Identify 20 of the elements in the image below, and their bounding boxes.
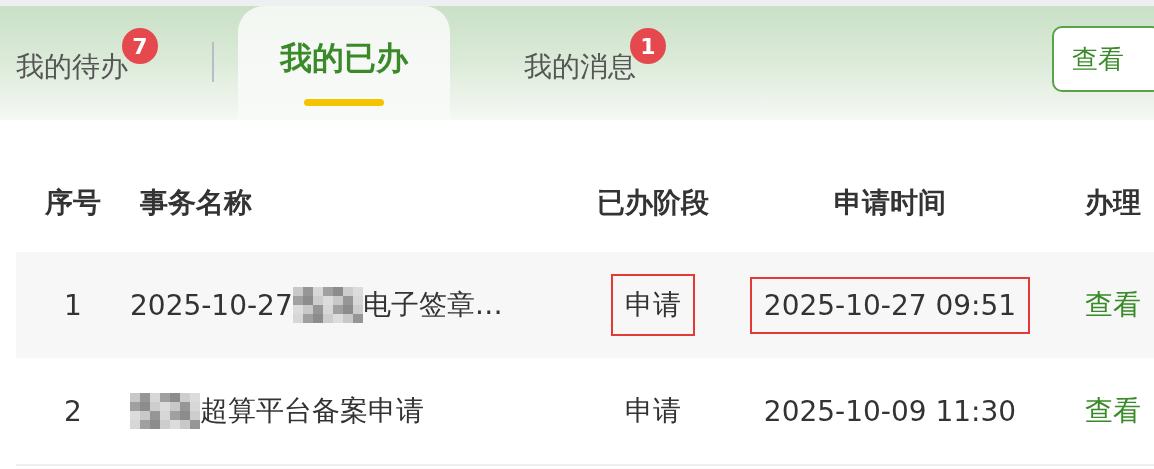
table-cell: 2 (64, 394, 82, 428)
column-header: 事务名称 (139, 185, 252, 221)
view-all-button[interactable]: 查看 (1052, 26, 1154, 92)
table-cell: 申请 (610, 274, 695, 336)
column-header: 序号 (45, 185, 101, 221)
view-link[interactable]: 查看 (1085, 286, 1141, 324)
count-badge: 1 (630, 28, 666, 64)
view-link[interactable]: 查看 (1085, 392, 1141, 430)
table-cell: 2025-10-27 09:51 (749, 276, 1031, 334)
column-header: 已办阶段 (596, 185, 709, 221)
table-cell-text: 申请 (623, 393, 682, 429)
tab[interactable]: 我的已办 (238, 6, 450, 120)
count-badge: 7 (122, 28, 158, 64)
table-cell: 2025-10-27 (130, 288, 293, 322)
table-cell-text: 2025-10-09 11:30 (762, 393, 1018, 430)
table-cell: 1 (64, 288, 82, 322)
table-cell-text: 超算平台备案申请 (200, 393, 424, 429)
column-header: 办理 (1084, 185, 1141, 221)
column-header: 申请时间 (834, 185, 946, 221)
table-cell-text: 电子签章… (362, 287, 503, 323)
